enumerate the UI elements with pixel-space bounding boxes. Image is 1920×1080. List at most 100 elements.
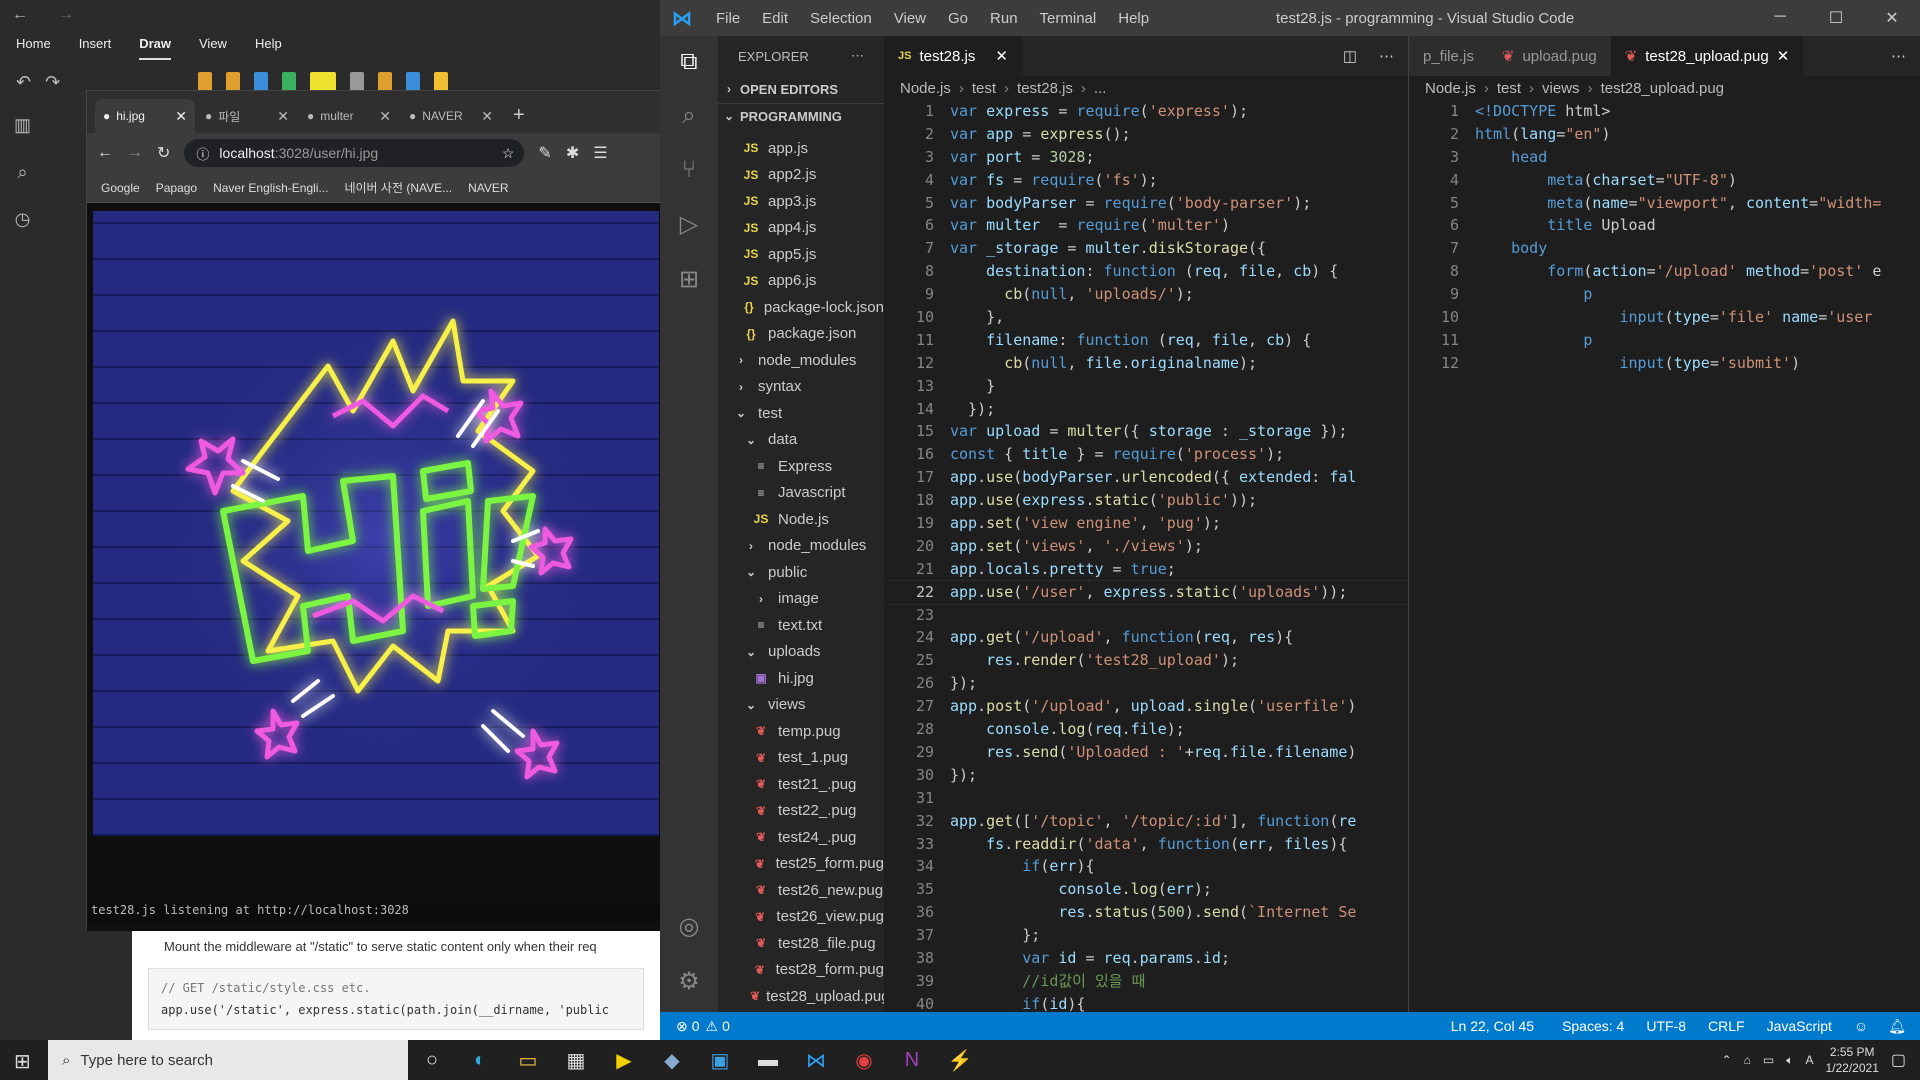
editor-tab[interactable]: ❦ upload.pug	[1487, 36, 1611, 76]
bookmark-item[interactable]: Naver English-Engli...	[213, 181, 328, 195]
file-item[interactable]: JS app.js	[718, 135, 884, 162]
cursor-position[interactable]: Ln 22, Col 45	[1451, 1018, 1534, 1034]
breadcrumb-item[interactable]: Node.js	[1425, 80, 1476, 97]
chevron-up-icon[interactable]: ⌃	[1722, 1053, 1732, 1067]
file-explorer-icon[interactable]: ▭	[504, 1048, 552, 1073]
folder-item[interactable]: › node_modules	[718, 533, 884, 560]
browser-tab[interactable]: ● hi.jpg ✕	[95, 99, 195, 133]
warning-icon[interactable]: ⚠	[706, 1018, 719, 1035]
file-item[interactable]: ≡ Javascript	[718, 480, 884, 507]
breadcrumb-item[interactable]: ...	[1094, 80, 1107, 97]
menu-selection[interactable]: Selection	[810, 10, 872, 27]
network-icon[interactable]: ⌂	[1744, 1053, 1751, 1067]
account-icon[interactable]: ◎	[679, 912, 700, 941]
browser-tab[interactable]: ● 파일 ✕	[197, 99, 297, 133]
redo-icon[interactable]: ↷	[45, 72, 60, 93]
file-item[interactable]: JS app5.js	[718, 241, 884, 268]
file-item[interactable]: JS Node.js	[718, 506, 884, 533]
explorer-icon[interactable]: ⧉	[680, 48, 697, 76]
extensions-icon[interactable]: ⊞	[679, 265, 699, 294]
search-icon[interactable]: ⌕	[17, 162, 27, 183]
forward-icon[interactable]: →	[127, 144, 143, 162]
file-item[interactable]: JS app3.js	[718, 188, 884, 215]
notifications-bell-icon[interactable]: 🔔︎	[1888, 1018, 1906, 1035]
maximize-icon[interactable]: ☐	[1808, 8, 1864, 28]
file-item[interactable]: ▣ hi.jpg	[718, 665, 884, 692]
close-tab-icon[interactable]: ✕	[481, 108, 493, 125]
battery-icon[interactable]: ▭	[1763, 1053, 1774, 1067]
feedback-icon[interactable]: ☺	[1854, 1018, 1868, 1034]
editor-tab[interactable]: p_file.js	[1409, 36, 1488, 76]
menu-go[interactable]: Go	[948, 10, 968, 27]
puzzle-icon[interactable]: ✱	[566, 143, 579, 163]
ribbon-tab-home[interactable]: Home	[16, 36, 51, 60]
pen-icon[interactable]	[406, 72, 421, 92]
close-tab-icon[interactable]: ✕	[995, 47, 1008, 65]
clock[interactable]: 2:55 PM 1/22/2021	[1825, 1044, 1878, 1076]
file-item[interactable]: ❦ temp.pug	[718, 718, 884, 745]
pen-icon[interactable]	[282, 72, 297, 92]
close-tab-icon[interactable]: ✕	[1777, 47, 1790, 65]
back-icon[interactable]: ←	[97, 144, 113, 162]
warning-count[interactable]: 0	[722, 1018, 730, 1034]
folder-item[interactable]: › syntax	[718, 374, 884, 401]
info-icon[interactable]: ⓘ	[196, 144, 209, 163]
file-item[interactable]: JS app4.js	[718, 215, 884, 242]
extension-icon[interactable]: ✎	[538, 143, 551, 163]
bookmark-item[interactable]: NAVER	[468, 181, 508, 195]
browser-tab[interactable]: ● NAVER ✕	[401, 99, 501, 133]
more-actions-icon[interactable]: ⋯	[1379, 47, 1394, 65]
pen-icon[interactable]	[254, 72, 269, 92]
breadcrumb-item[interactable]: test28_upload.pug	[1601, 80, 1724, 97]
code-editor[interactable]: 1 var express = require('express'); 2 var a…	[884, 100, 1408, 1012]
file-item[interactable]: ≡ text.txt	[718, 612, 884, 639]
folder-item[interactable]: › image	[718, 586, 884, 613]
breadcrumb-item[interactable]: views	[1542, 80, 1580, 97]
menu-file[interactable]: File	[716, 10, 740, 27]
folder-item[interactable]: ⌄ data	[718, 427, 884, 454]
media-player-icon[interactable]: ▶	[600, 1048, 648, 1073]
file-item[interactable]: ❦ test26_view.pug	[718, 904, 884, 931]
pen-icon[interactable]	[434, 72, 449, 92]
menu-run[interactable]: Run	[990, 10, 1018, 27]
volume-icon[interactable]: 🔈︎	[1786, 1053, 1793, 1068]
editor-tab[interactable]: JS test28.js ✕	[884, 36, 1022, 76]
more-actions-icon[interactable]: ⋯	[851, 48, 864, 64]
ribbon-tab-insert[interactable]: Insert	[79, 36, 112, 60]
bookmark-item[interactable]: Papago	[156, 181, 197, 195]
reload-icon[interactable]: ↻	[157, 143, 170, 163]
bookmark-item[interactable]: 네이버 사전 (NAVE...	[344, 179, 452, 196]
file-item[interactable]: {} package-lock.json	[718, 294, 884, 321]
action-center-icon[interactable]: ▢	[1891, 1050, 1906, 1070]
encoding[interactable]: UTF-8	[1646, 1018, 1686, 1034]
workspace-section[interactable]: ⌄ PROGRAMMING	[718, 102, 884, 130]
undo-icon[interactable]: ↶	[16, 72, 31, 93]
chrome-icon[interactable]: ◉	[840, 1048, 888, 1073]
folder-item[interactable]: ⌄ test	[718, 400, 884, 427]
forward-arrow-icon[interactable]: →	[58, 6, 74, 24]
windows-start-icon[interactable]: ⊞	[14, 1049, 31, 1074]
more-actions-icon[interactable]: ⋯	[1891, 47, 1906, 65]
pen-icon[interactable]	[226, 72, 241, 92]
menu-edit[interactable]: Edit	[762, 10, 788, 27]
app-icon[interactable]: ◆	[648, 1048, 696, 1073]
edge-icon[interactable]: ◐	[456, 1049, 504, 1072]
back-arrow-icon[interactable]: ←	[12, 6, 28, 24]
file-item[interactable]: ❦ test21_.pug	[718, 771, 884, 798]
file-item[interactable]: ❦ test28_upload.pug	[718, 983, 884, 1005]
ribbon-tab-draw[interactable]: Draw	[139, 36, 171, 60]
folder-item[interactable]: › node_modules	[718, 347, 884, 374]
app-icon[interactable]: ▣	[696, 1048, 744, 1073]
playlist-icon[interactable]: ☰	[593, 143, 607, 163]
breadcrumb-item[interactable]: test	[972, 80, 996, 97]
vscode-taskbar-icon[interactable]: ⋈	[792, 1048, 840, 1073]
line-ending[interactable]: CRLF	[1708, 1018, 1745, 1034]
ime-icon[interactable]: A	[1805, 1053, 1813, 1067]
language-mode[interactable]: JavaScript	[1767, 1018, 1832, 1034]
task-view-icon[interactable]: ○	[408, 1049, 456, 1072]
calculator-icon[interactable]: ▦	[552, 1048, 600, 1073]
editor-tab[interactable]: ❦ test28_upload.pug ✕	[1610, 36, 1804, 76]
error-count[interactable]: 0	[692, 1018, 700, 1034]
star-icon[interactable]: ☆	[502, 145, 515, 162]
split-editor-icon[interactable]: ◫	[1343, 47, 1357, 65]
